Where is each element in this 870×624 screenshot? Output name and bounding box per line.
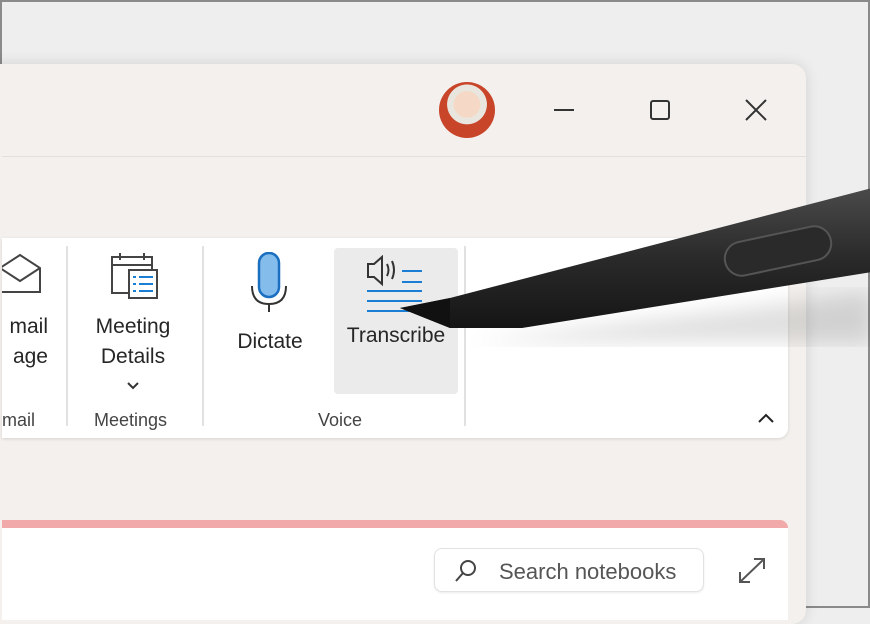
stylus-pen-image <box>400 188 870 342</box>
